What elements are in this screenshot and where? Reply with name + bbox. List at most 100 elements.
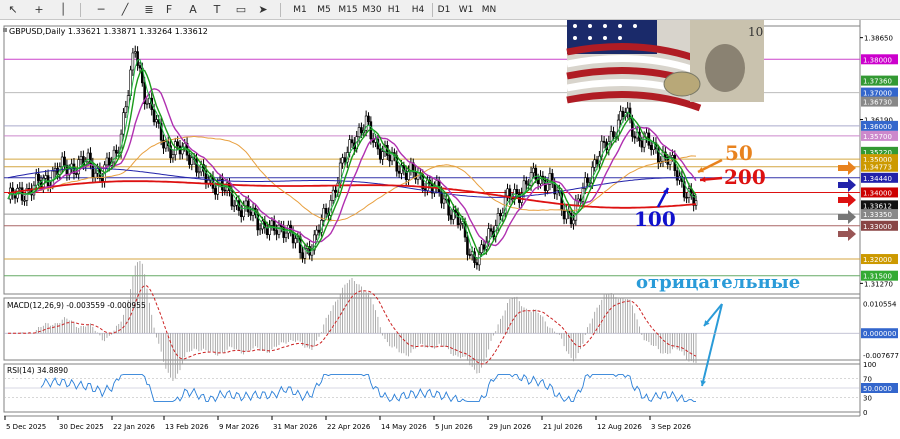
price-label: 1.38650: [864, 35, 893, 43]
candle-body: [619, 110, 622, 121]
timeframe-h4-button[interactable]: H4: [410, 3, 426, 17]
candle-body: [640, 140, 644, 148]
candle-body: [595, 159, 599, 165]
candle-body: [482, 244, 486, 250]
arrows-icon[interactable]: ➤: [254, 2, 272, 18]
candle-body: [360, 127, 363, 134]
channel-icon[interactable]: ≣: [140, 2, 158, 18]
timeframe-m30-button[interactable]: M30: [362, 3, 382, 17]
date-label: 29 Jun 2026: [489, 423, 532, 431]
price-label: 1.33350: [863, 211, 892, 219]
candle-body: [579, 198, 582, 202]
candle-body: [565, 210, 568, 220]
price-label: 1.37000: [863, 90, 892, 98]
price-label: 1.33000: [863, 223, 892, 231]
date-label: 22 Apr 2026: [327, 423, 371, 431]
candle-body: [223, 189, 227, 192]
candle-body: [367, 115, 370, 122]
candle-body: [317, 229, 321, 233]
candle-body: [442, 198, 446, 204]
timeframe-w1-button[interactable]: W1: [458, 3, 474, 17]
trendline-icon[interactable]: ╱: [116, 2, 134, 18]
timeframe-m15-button[interactable]: M15: [338, 3, 358, 17]
candle-body: [164, 141, 168, 149]
price-label: 1.34773: [863, 164, 892, 172]
timeframe-m5-button[interactable]: M5: [316, 3, 332, 17]
macd-label: -0.007677: [863, 352, 899, 360]
candle-body: [466, 236, 469, 255]
candle-body: [602, 140, 606, 143]
text-icon[interactable]: A: [184, 2, 202, 18]
rsi-header: RSI(14) 34.8890: [7, 366, 68, 375]
candle-body: [242, 205, 245, 217]
symbol-header: GBPUSD,Daily 1.33621 1.33871 1.33264 1.3…: [9, 27, 208, 36]
candle-body: [324, 207, 328, 214]
candle-body: [244, 200, 248, 207]
candle-body: [348, 139, 351, 153]
price-label: 1.31270: [864, 280, 893, 288]
candle-body: [239, 210, 243, 217]
price-label: 1.36730: [863, 99, 892, 107]
candle-body: [155, 119, 158, 123]
timeframe-d1-button[interactable]: D1: [436, 3, 452, 17]
candle-body: [525, 180, 528, 185]
candle-body: [414, 171, 417, 180]
crosshair-icon[interactable]: +: [30, 2, 48, 18]
date-label: 13 Feb 2026: [165, 423, 209, 431]
candle-body: [277, 224, 281, 235]
candle-body: [131, 52, 135, 71]
candle-body: [275, 230, 278, 235]
date-label: 22 Jan 2026: [113, 423, 156, 431]
timeframe-m1-button[interactable]: M1: [292, 3, 308, 17]
annotation-100: 100: [634, 207, 676, 231]
candle-body: [586, 177, 589, 183]
fibonacci-icon[interactable]: F: [160, 2, 178, 18]
toolbar-separator: [280, 3, 281, 17]
price-label: 1.32000: [863, 256, 892, 264]
candle-body: [534, 167, 538, 180]
cursor-icon[interactable]: ↖: [4, 2, 22, 18]
candle-body: [51, 170, 55, 186]
candle-body: [232, 204, 236, 207]
candle-body: [152, 109, 156, 123]
date-label: 30 Dec 2025: [59, 423, 104, 431]
macd-header: MACD(12,26,9) -0.003559 -0.000955: [7, 301, 146, 310]
rsi-label: 100: [863, 361, 876, 369]
chart-area[interactable]: 10 GBPUSD,Daily 1.33621 1.33871 1.33264 1…: [0, 20, 900, 439]
label-icon[interactable]: T: [208, 2, 226, 18]
annotation-negative: отрицательные: [636, 272, 800, 293]
vertical-line-icon[interactable]: │: [54, 2, 72, 18]
svg-text:10: 10: [748, 25, 763, 39]
candle-body: [93, 172, 97, 178]
horizontal-line-icon[interactable]: ─: [92, 2, 110, 18]
candle-body: [145, 102, 149, 105]
candle-body: [510, 198, 514, 201]
candle-body: [489, 228, 493, 232]
candle-body: [468, 254, 472, 256]
candle-body: [341, 157, 344, 164]
candle-body: [197, 171, 201, 174]
date-label: 14 May 2026: [381, 423, 427, 431]
timeframe-h1-button[interactable]: H1: [386, 3, 402, 17]
candle-body: [426, 179, 429, 191]
date-label: 9 Mar 2026: [219, 423, 259, 431]
candle-body: [675, 170, 679, 181]
candle-body: [496, 213, 500, 226]
candle-body: [397, 170, 401, 174]
macd-label: 0.010554: [863, 300, 897, 308]
price-label: 1.38000: [863, 56, 892, 64]
candle-body: [75, 173, 78, 175]
candle-body: [407, 171, 410, 180]
candle-body: [188, 154, 191, 165]
shapes-icon[interactable]: ▭: [232, 2, 250, 18]
candle-body: [294, 238, 297, 244]
price-label: 1.36000: [863, 123, 892, 131]
candle-body: [374, 138, 377, 143]
price-label: 1.37360: [863, 78, 892, 86]
candle-body: [37, 173, 40, 181]
candle-body: [609, 131, 613, 142]
rsi-label: 70: [863, 375, 872, 383]
candle-body: [214, 188, 217, 195]
candle-body: [459, 223, 462, 225]
timeframe-mn-button[interactable]: MN: [481, 3, 497, 17]
